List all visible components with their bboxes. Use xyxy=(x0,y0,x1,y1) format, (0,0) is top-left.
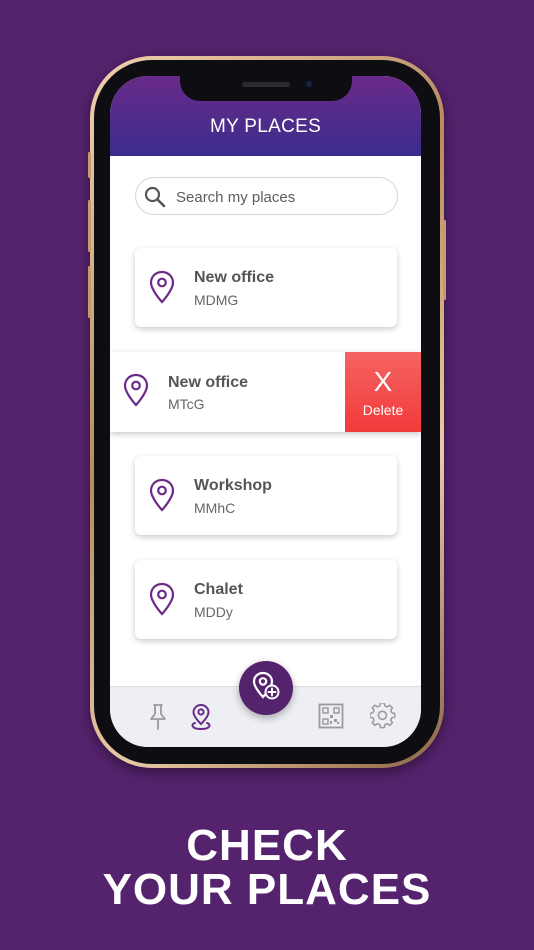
add-location-icon xyxy=(252,671,280,700)
phone-side-button xyxy=(443,220,446,300)
phone-side-button xyxy=(88,266,91,318)
location-person-icon[interactable] xyxy=(189,703,213,731)
place-card[interactable]: Workshop MMhC xyxy=(135,456,397,535)
location-pin-icon xyxy=(149,478,175,512)
location-pin-icon xyxy=(149,582,175,616)
phone-side-button xyxy=(88,200,91,252)
phone-side-button xyxy=(88,152,91,178)
search-icon xyxy=(144,186,166,208)
caption-line-2: YOUR PLACES xyxy=(102,865,432,914)
page-title: MY PLACES xyxy=(209,116,322,137)
add-place-button[interactable] xyxy=(239,661,293,715)
place-code: MDMG xyxy=(194,292,239,308)
place-name: New office xyxy=(168,374,249,391)
phone-camera xyxy=(304,79,314,89)
place-name: Chalet xyxy=(194,581,243,598)
location-pin-icon xyxy=(123,373,149,407)
place-code: MDDy xyxy=(194,604,233,620)
app-screen: MY PLACES New office MDMG New office MTc… xyxy=(110,76,421,747)
delete-button[interactable]: X Delete xyxy=(345,352,421,432)
place-card[interactable]: New office MDMG xyxy=(135,248,397,327)
caption-line-1: CHECK xyxy=(186,821,348,870)
place-code: MMhC xyxy=(194,500,236,516)
delete-label: Delete xyxy=(362,402,404,418)
search-bar[interactable] xyxy=(135,177,398,215)
location-pin-icon xyxy=(149,270,175,304)
delete-x-icon: X xyxy=(373,366,393,397)
gear-icon[interactable] xyxy=(370,703,396,729)
qr-code-icon[interactable] xyxy=(318,703,344,729)
phone-speaker xyxy=(242,82,290,87)
place-code: MTcG xyxy=(168,396,205,412)
place-name: Workshop xyxy=(194,477,272,494)
place-card[interactable]: Chalet MDDy xyxy=(135,560,397,639)
place-name: New office xyxy=(194,269,275,286)
place-card-swiped[interactable]: New office MTcG X Delete xyxy=(110,352,421,432)
pin-icon[interactable] xyxy=(147,703,169,731)
search-input[interactable] xyxy=(174,184,388,210)
